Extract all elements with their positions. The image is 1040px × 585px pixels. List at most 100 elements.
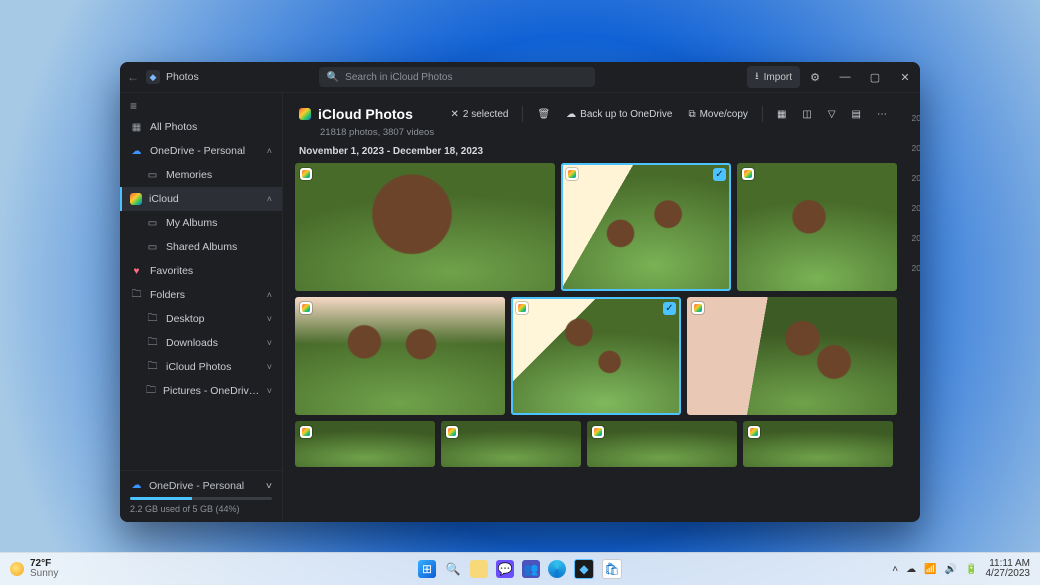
tray-chevron-icon[interactable]: ˄	[892, 564, 898, 575]
move-copy-button[interactable]: ⧉ Move/copy	[682, 103, 754, 125]
photo-thumb[interactable]	[737, 163, 897, 291]
filter-button[interactable]: ▽	[822, 103, 842, 125]
icloud-icon	[299, 108, 311, 120]
titlebar: ← ◆ Photos 🔍 Search in iCloud Photos ⭳ I…	[120, 62, 920, 93]
backup-label: Back up to OneDrive	[580, 109, 672, 120]
back-button[interactable]: ←	[120, 70, 146, 84]
taskbar-teams[interactable]: 👥	[522, 560, 540, 578]
sidebar-item-icloud[interactable]: iCloud ˄	[120, 187, 282, 211]
year-tick[interactable]: 2019	[912, 233, 920, 243]
year-scrubber[interactable]: 2023 2022 2021 2020 2019 2018	[909, 93, 920, 522]
year-tick[interactable]: 2022	[912, 143, 920, 153]
tray-volume-icon[interactable]: 🔊	[945, 564, 957, 575]
backup-button[interactable]: ☁ Back up to OneDrive	[560, 103, 678, 125]
app-title: Photos	[166, 71, 199, 83]
memories-icon: ▭	[146, 169, 159, 182]
sidebar-item-folders[interactable]: 🗀 Folders ˄	[120, 283, 282, 307]
sidebar-item-pictures-onedrive[interactable]: 🗀 Pictures - OneDrive Personal ˅	[120, 379, 282, 403]
layout-button[interactable]: ◫	[796, 103, 817, 125]
import-icon: ⭳	[755, 69, 759, 86]
more-button[interactable]: ⋯	[871, 103, 893, 125]
group-button[interactable]: ▤	[846, 103, 867, 125]
chevron-up-icon: ˄	[267, 146, 272, 156]
chevron-down-icon: ˅	[267, 386, 272, 396]
photo-thumb[interactable]	[295, 297, 505, 415]
photo-thumb[interactable]	[587, 421, 737, 467]
folder-icon: 🗀	[146, 313, 159, 326]
movecopy-label: Move/copy	[700, 109, 748, 120]
taskbar-store[interactable]: 🛍	[602, 559, 622, 579]
sidebar-item-label: OneDrive - Personal	[150, 145, 245, 157]
cloud-icon: ☁	[130, 145, 143, 158]
year-tick[interactable]: 2020	[912, 203, 920, 213]
view-toggle-button[interactable]: ▦	[771, 103, 792, 125]
year-tick[interactable]: 2018	[912, 263, 920, 273]
icloud-badge-icon	[692, 302, 704, 314]
photo-thumb[interactable]	[295, 421, 435, 467]
tray-onedrive-icon[interactable]: ☁	[906, 564, 916, 575]
photo-thumb[interactable]: ✓	[561, 163, 731, 291]
photo-thumb[interactable]	[441, 421, 581, 467]
icloud-badge-icon	[592, 426, 604, 438]
hamburger-button[interactable]: ≡	[120, 93, 282, 115]
sidebar-item-label: Downloads	[166, 337, 218, 349]
start-button[interactable]: ⊞	[418, 560, 436, 578]
clear-selection-button[interactable]: ✕ 2 selected	[444, 103, 514, 125]
photo-thumb[interactable]	[295, 163, 555, 291]
app-icon: ◆	[146, 70, 160, 84]
taskbar-search-button[interactable]: 🔍	[444, 560, 462, 578]
sidebar-item-shared-albums[interactable]: ▭ Shared Albums	[120, 235, 282, 259]
year-tick[interactable]: 2021	[912, 173, 920, 183]
selected-count: 2 selected	[463, 109, 509, 120]
taskbar-explorer[interactable]	[470, 560, 488, 578]
taskbar-chat[interactable]: 💬	[496, 560, 514, 578]
maximize-button[interactable]: ▢	[860, 62, 890, 92]
sidebar-item-icloud-photos-folder[interactable]: 🗀 iCloud Photos ˅	[120, 355, 282, 379]
minimize-button[interactable]: —	[830, 62, 860, 92]
taskbar-edge[interactable]	[548, 560, 566, 578]
folder-icon: 🗀	[146, 361, 159, 374]
storage-panel[interactable]: ☁ OneDrive - Personal ˅ 2.2 GB used of 5…	[120, 470, 282, 522]
settings-button[interactable]: ⚙	[800, 62, 830, 92]
photo-thumb[interactable]	[743, 421, 893, 467]
icloud-badge-icon	[566, 168, 578, 180]
checkmark-icon: ✓	[713, 168, 726, 181]
sidebar-item-label: Desktop	[166, 313, 205, 325]
storage-caption: 2.2 GB used of 5 GB (44%)	[130, 504, 272, 514]
sidebar-item-label: Shared Albums	[166, 241, 237, 253]
photo-grid: ✓ ✓	[283, 163, 909, 522]
photos-window: ← ◆ Photos 🔍 Search in iCloud Photos ⭳ I…	[120, 62, 920, 522]
shared-icon: ▭	[146, 241, 159, 254]
chevron-up-icon: ˄	[267, 194, 272, 204]
import-button[interactable]: ⭳ Import	[747, 66, 800, 88]
storage-title: OneDrive - Personal	[149, 480, 244, 492]
taskbar-clock[interactable]: 11:11 AM 4/27/2023	[986, 559, 1031, 579]
photo-thumb[interactable]	[687, 297, 897, 415]
sidebar-item-label: All Photos	[150, 121, 197, 133]
photo-thumb[interactable]: ✓	[511, 297, 681, 415]
sun-icon	[10, 562, 24, 576]
icloud-badge-icon	[300, 168, 312, 180]
year-tick[interactable]: 2023	[912, 113, 920, 123]
sidebar-item-desktop[interactable]: 🗀 Desktop ˅	[120, 307, 282, 331]
tray-wifi-icon[interactable]: 📶	[924, 564, 936, 575]
sidebar: ≡ ▦ All Photos ☁ OneDrive - Personal ˄ ▭…	[120, 93, 283, 522]
sidebar-item-favorites[interactable]: ♥ Favorites	[120, 259, 282, 283]
sidebar-item-onedrive[interactable]: ☁ OneDrive - Personal ˄	[120, 139, 282, 163]
delete-button[interactable]: 🗑	[531, 103, 556, 125]
sidebar-item-memories[interactable]: ▭ Memories	[120, 163, 282, 187]
taskbar-photos[interactable]: ◆	[574, 559, 594, 579]
taskbar-weather[interactable]: 72°F Sunny	[10, 559, 58, 579]
search-input[interactable]: 🔍 Search in iCloud Photos	[319, 67, 595, 87]
icloud-badge-icon	[742, 168, 754, 180]
search-placeholder: Search in iCloud Photos	[345, 72, 452, 83]
search-icon: 🔍	[327, 72, 339, 83]
albums-icon: ▭	[146, 217, 159, 230]
tray-battery-icon[interactable]: 🔋	[965, 564, 977, 575]
sidebar-item-downloads[interactable]: 🗀 Downloads ˅	[120, 331, 282, 355]
sidebar-item-all-photos[interactable]: ▦ All Photos	[120, 115, 282, 139]
close-button[interactable]: ✕	[890, 62, 920, 92]
taskbar: 72°F Sunny ⊞ 🔍 💬 👥 ◆ 🛍 ˄ ☁ 📶 🔊 🔋 11:11 A…	[0, 552, 1040, 585]
sidebar-item-label: Favorites	[150, 265, 193, 277]
sidebar-item-my-albums[interactable]: ▭ My Albums	[120, 211, 282, 235]
